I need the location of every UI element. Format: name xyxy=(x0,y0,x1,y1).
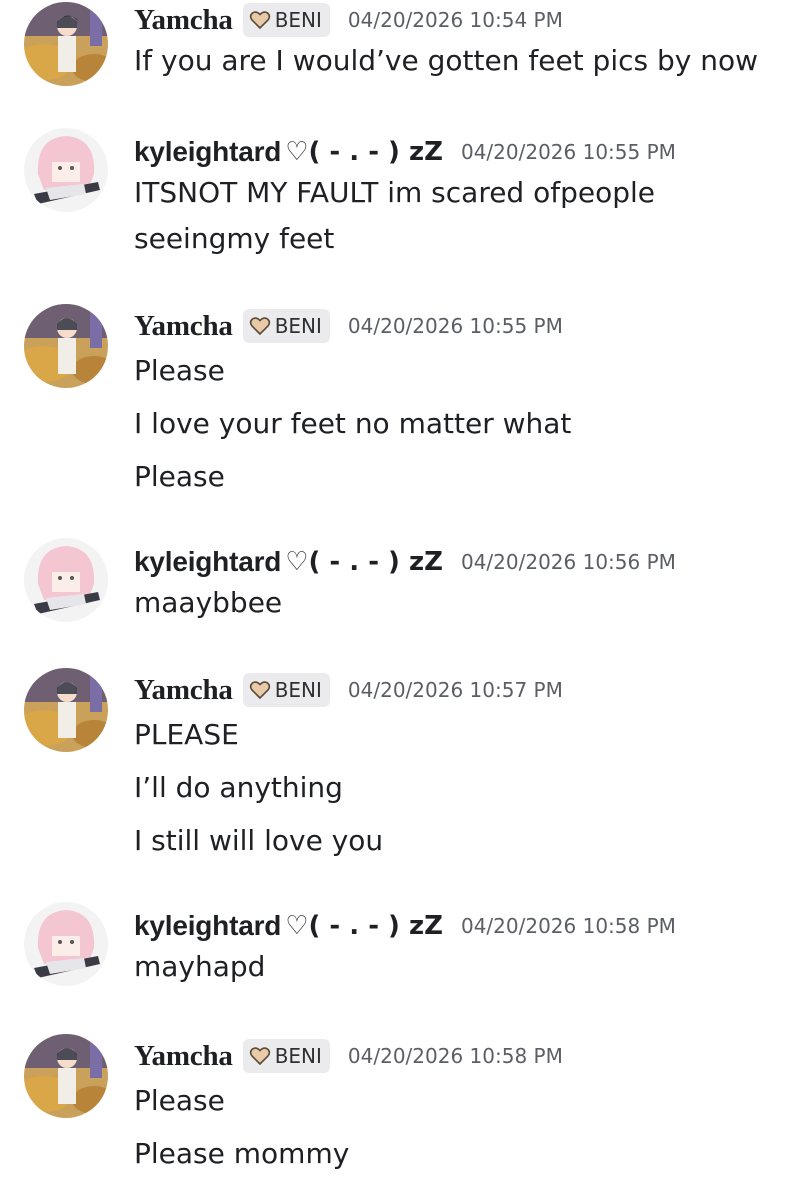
timestamp[interactable]: 04/20/2026 10:58 PM xyxy=(461,914,676,938)
message-header: Yamcha BENI 04/20/2026 10:54 PM xyxy=(134,2,563,38)
message-line: maaybbee xyxy=(134,586,283,619)
server-tag-label: BENI xyxy=(274,314,322,338)
server-tag[interactable]: BENI xyxy=(242,309,330,343)
server-tag-label: BENI xyxy=(274,678,322,702)
yamcha-avatar-icon xyxy=(24,2,108,86)
username[interactable]: kyleightard xyxy=(134,546,281,578)
timestamp[interactable]: 04/20/2026 10:54 PM xyxy=(348,8,563,32)
message-header: Yamcha BENI 04/20/2026 10:55 PM xyxy=(134,308,563,344)
message-line: ITSNOT MY FAULT im scared ofpeople xyxy=(134,176,656,209)
username[interactable]: kyleightard xyxy=(134,136,281,168)
message-line: I love your feet no matter what xyxy=(134,407,572,440)
message-line: I still will love you xyxy=(134,824,384,857)
message-header: kyleightard ♡( - . - ) zZ 04/20/2026 10:… xyxy=(134,134,676,170)
yamcha-avatar-icon xyxy=(24,668,108,752)
message-line: Please xyxy=(134,1084,225,1117)
message-content: Please I love your feet no matter what P… xyxy=(134,344,774,503)
message-content: maaybbee xyxy=(134,580,774,626)
server-tag-label: BENI xyxy=(274,1044,322,1068)
username[interactable]: kyleightard xyxy=(134,910,281,942)
server-tag-label: BENI xyxy=(274,8,322,32)
server-tag[interactable]: BENI xyxy=(242,3,330,37)
message-content: Please Please mommy xyxy=(134,1074,774,1180)
message-line: Please xyxy=(134,354,225,387)
yamcha-avatar-icon xyxy=(24,304,108,388)
message-line: Please xyxy=(134,460,225,493)
heart-badge-icon xyxy=(249,9,271,31)
timestamp[interactable]: 04/20/2026 10:55 PM xyxy=(348,314,563,338)
avatar[interactable] xyxy=(24,538,108,622)
username-decoration: ♡( - . - ) zZ xyxy=(285,137,443,167)
avatar[interactable] xyxy=(24,902,108,986)
message-line: PLEASE xyxy=(134,718,239,751)
username-decoration: ♡( - . - ) zZ xyxy=(285,911,443,941)
message-content: PLEASE I’ll do anything I still will lov… xyxy=(134,708,774,867)
avatar[interactable] xyxy=(24,128,108,212)
message-content: If you are I would’ve gotten feet pics b… xyxy=(134,38,774,84)
message-line: I’ll do anything xyxy=(134,771,343,804)
username[interactable]: Yamcha xyxy=(134,310,233,343)
username[interactable]: Yamcha xyxy=(134,1040,233,1073)
server-tag[interactable]: BENI xyxy=(242,1039,330,1073)
message-line: seeingmy feet xyxy=(134,222,335,255)
heart-badge-icon xyxy=(249,679,271,701)
kyleightard-avatar-icon xyxy=(24,128,108,212)
message-header: kyleightard ♡( - . - ) zZ 04/20/2026 10:… xyxy=(134,544,676,580)
message-line: Please mommy xyxy=(134,1137,350,1170)
kyleightard-avatar-icon xyxy=(24,902,108,986)
message-content: ITSNOT MY FAULT im scared ofpeople seein… xyxy=(134,170,774,262)
heart-badge-icon xyxy=(249,315,271,337)
heart-badge-icon xyxy=(249,1045,271,1067)
kyleightard-avatar-icon xyxy=(24,538,108,622)
message-content: mayhapd xyxy=(134,944,774,990)
avatar[interactable] xyxy=(24,2,108,86)
yamcha-avatar-icon xyxy=(24,1034,108,1118)
username[interactable]: Yamcha xyxy=(134,674,233,707)
username[interactable]: Yamcha xyxy=(134,4,233,37)
timestamp[interactable]: 04/20/2026 10:55 PM xyxy=(461,140,676,164)
timestamp[interactable]: 04/20/2026 10:58 PM xyxy=(348,1044,563,1068)
avatar[interactable] xyxy=(24,304,108,388)
timestamp[interactable]: 04/20/2026 10:57 PM xyxy=(348,678,563,702)
message-header: Yamcha BENI 04/20/2026 10:58 PM xyxy=(134,1038,563,1074)
avatar[interactable] xyxy=(24,668,108,752)
username-decoration: ♡( - . - ) zZ xyxy=(285,547,443,577)
avatar[interactable] xyxy=(24,1034,108,1118)
message-header: kyleightard ♡( - . - ) zZ 04/20/2026 10:… xyxy=(134,908,676,944)
timestamp[interactable]: 04/20/2026 10:56 PM xyxy=(461,550,676,574)
message-line: If you are I would’ve gotten feet pics b… xyxy=(134,44,759,77)
message-header: Yamcha BENI 04/20/2026 10:57 PM xyxy=(134,672,563,708)
server-tag[interactable]: BENI xyxy=(242,673,330,707)
message-line: mayhapd xyxy=(134,950,266,983)
